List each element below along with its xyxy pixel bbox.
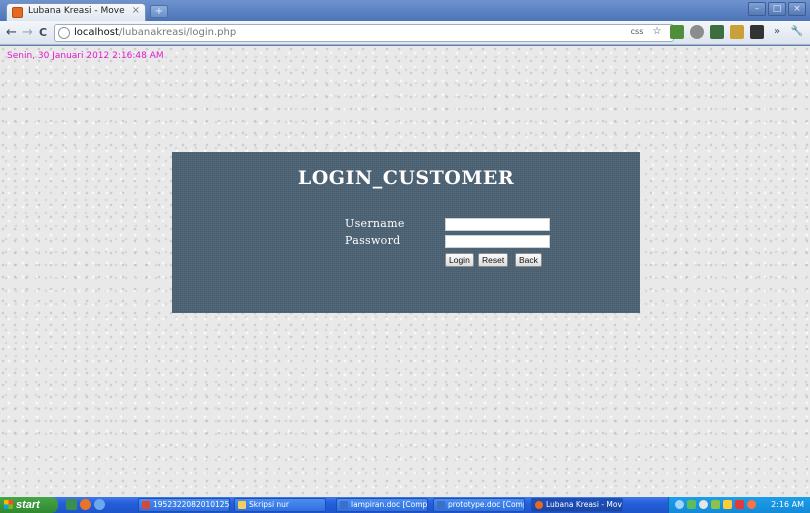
address-text: localhost/lubanakreasi/login.php bbox=[74, 27, 236, 38]
password-input[interactable] bbox=[445, 235, 550, 248]
extension-dark-icon[interactable] bbox=[750, 25, 764, 39]
forward-button[interactable]: → bbox=[22, 25, 33, 41]
taskbar-item[interactable]: lampiran.doc [Compa... bbox=[336, 498, 428, 512]
extension-gear-icon[interactable] bbox=[690, 25, 704, 39]
back-button-form[interactable]: Back bbox=[515, 253, 542, 267]
username-label: Username bbox=[345, 217, 405, 230]
browser-toolbar: ← → C localhost/lubanakreasi/login.php c… bbox=[0, 21, 810, 45]
folder-icon bbox=[238, 501, 246, 509]
taskbar-item[interactable]: 19523220820101256... bbox=[138, 498, 230, 512]
tray-misc-icon[interactable] bbox=[747, 500, 756, 509]
css-extension-icon[interactable]: css bbox=[630, 25, 644, 39]
taskbar-item[interactable]: prototype.doc [Comp... bbox=[433, 498, 525, 512]
address-path: /lubanakreasi/login.php bbox=[118, 27, 237, 38]
page-info-icon[interactable] bbox=[58, 27, 70, 39]
extension-mail-icon[interactable] bbox=[730, 25, 744, 39]
reload-button[interactable]: C bbox=[39, 25, 47, 41]
taskbar-item-label: lampiran.doc [Compa... bbox=[351, 500, 428, 509]
bookmark-star-icon[interactable]: ☆ bbox=[650, 25, 664, 39]
login-button[interactable]: Login bbox=[445, 253, 474, 267]
word-doc-icon bbox=[437, 501, 445, 509]
taskbar-item[interactable]: Lubana Kreasi - Move... bbox=[531, 498, 623, 512]
login-title: LOGIN_CUSTOMER bbox=[297, 167, 515, 189]
page-content: Senin, 30 Januari 2012 2:16:48 AM LOGIN_… bbox=[0, 46, 810, 497]
taskbar-item[interactable]: Skripsi nur bbox=[234, 498, 326, 512]
reset-button[interactable]: Reset bbox=[478, 253, 509, 267]
extension-s-icon[interactable] bbox=[710, 25, 724, 39]
tab-title: Lubana Kreasi - Move Into the bbox=[28, 6, 128, 16]
tray-alert-icon[interactable] bbox=[735, 500, 744, 509]
more-extensions-icon[interactable]: » bbox=[770, 25, 784, 39]
address-bar[interactable]: localhost/lubanakreasi/login.php bbox=[54, 24, 674, 42]
close-window-button[interactable]: × bbox=[788, 2, 806, 16]
extension-green-icon[interactable] bbox=[670, 25, 684, 39]
system-tray: 2:16 AM bbox=[668, 497, 810, 513]
window-icon bbox=[142, 501, 150, 509]
tray-update-icon[interactable] bbox=[723, 500, 732, 509]
word-doc-icon bbox=[340, 501, 348, 509]
windows-taskbar: start 19523220820101256... Skripsi nur l… bbox=[0, 497, 810, 513]
quicklaunch-firefox-icon[interactable] bbox=[80, 499, 91, 510]
taskbar-item-label: Lubana Kreasi - Move... bbox=[546, 500, 622, 509]
minimize-button[interactable]: – bbox=[748, 2, 766, 16]
window-controls: – □ × bbox=[748, 2, 806, 16]
start-label: start bbox=[16, 499, 40, 511]
windows-logo-icon bbox=[4, 500, 13, 509]
tab-close-icon[interactable]: × bbox=[132, 5, 140, 16]
start-button[interactable]: start bbox=[0, 497, 58, 513]
address-host: localhost bbox=[74, 27, 119, 38]
wrench-menu-icon[interactable]: 🔧 bbox=[790, 25, 804, 39]
tray-antivirus-icon[interactable] bbox=[711, 500, 720, 509]
tray-icons bbox=[675, 500, 756, 509]
chrome-icon bbox=[535, 501, 543, 509]
tray-network-icon[interactable] bbox=[675, 500, 684, 509]
site-favicon-icon bbox=[12, 7, 23, 18]
quicklaunch-ie-icon[interactable] bbox=[94, 499, 105, 510]
browser-tab[interactable]: Lubana Kreasi - Move Into the × bbox=[6, 3, 146, 21]
browser-titlebar: Lubana Kreasi - Move Into the × + – □ × bbox=[0, 0, 810, 21]
password-label: Password bbox=[345, 234, 401, 247]
new-tab-button[interactable]: + bbox=[150, 5, 168, 18]
tray-app-icon[interactable] bbox=[687, 500, 696, 509]
datetime-text: Senin, 30 Januari 2012 2:16:48 AM bbox=[7, 51, 164, 61]
taskbar-item-label: Skripsi nur bbox=[249, 500, 289, 509]
maximize-button[interactable]: □ bbox=[768, 2, 786, 16]
quicklaunch-app-icon[interactable] bbox=[66, 499, 77, 510]
taskbar-clock: 2:16 AM bbox=[771, 500, 804, 509]
tray-volume-icon[interactable] bbox=[699, 500, 708, 509]
extension-icons: css ☆ » 🔧 bbox=[630, 25, 804, 39]
taskbar-item-label: prototype.doc [Comp... bbox=[448, 500, 524, 509]
back-button[interactable]: ← bbox=[6, 25, 17, 41]
username-input[interactable] bbox=[445, 218, 550, 231]
taskbar-item-label: 19523220820101256... bbox=[153, 500, 230, 509]
login-panel: LOGIN_CUSTOMER Username Password Login R… bbox=[172, 152, 640, 313]
